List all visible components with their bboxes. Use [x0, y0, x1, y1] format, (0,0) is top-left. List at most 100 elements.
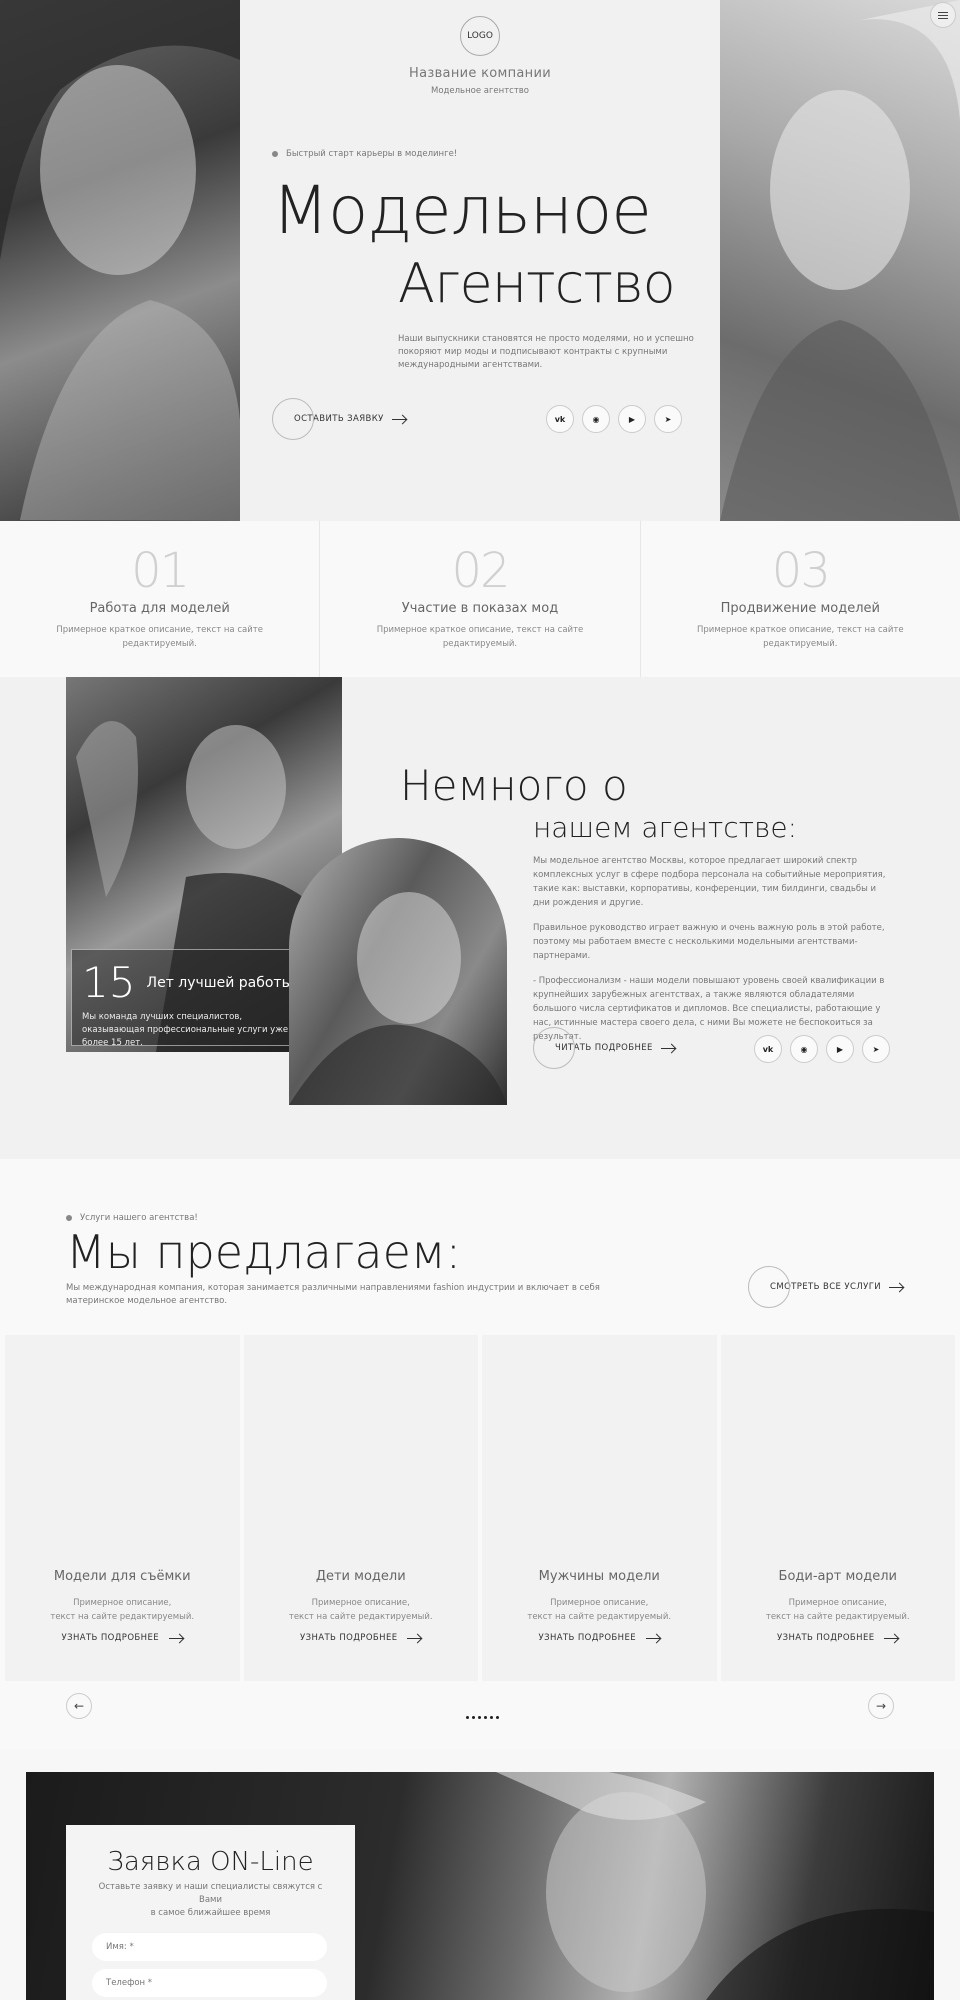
feature-description: Примерное краткое описание, текст на сай… [56, 625, 263, 649]
services-section: Услуги нашего агентства! Мы предлагаем: … [0, 1159, 960, 1749]
services-cards: Модели для съёмки Примерное описание, те… [5, 1335, 955, 1681]
service-card[interactable]: Боди-арт модели Примерное описание, текс… [720, 1335, 956, 1681]
pagination-dot[interactable] [490, 1716, 493, 1719]
youtube-icon[interactable]: ▶ [618, 405, 646, 433]
service-card-desc-line: текст на сайте редактируемый. [288, 1611, 433, 1622]
service-card-link[interactable]: УЗНАТЬ ПОДРОБНЕЕ [721, 1633, 956, 1643]
company-name: Название компании [409, 66, 551, 81]
feature-description: Примерное краткое описание, текст на сай… [376, 625, 584, 649]
name-input[interactable] [92, 1932, 327, 1961]
service-card-desc-line: текст на сайте редактируемый. [527, 1611, 672, 1622]
about-title-line1: Немного о [400, 761, 628, 810]
feature-number: 02 [451, 543, 510, 599]
services-tag: Услуги нашего агентства! [66, 1213, 198, 1223]
services-tag-text: Услуги нашего агентства! [80, 1213, 198, 1223]
button-ring [533, 1027, 575, 1069]
logo[interactable]: LOGO [460, 16, 500, 56]
feature-number: 03 [771, 543, 831, 599]
arrow-right-icon [660, 1047, 675, 1049]
hero-title-line2: Агентство [398, 252, 676, 315]
service-card-description: Примерное описание, текст на сайте редак… [244, 1597, 479, 1624]
years-label: Лет лучшей работы! [146, 974, 299, 991]
service-card[interactable]: Дети модели Примерное описание, текст на… [243, 1335, 479, 1681]
carousel-pagination [466, 1716, 499, 1719]
feature-title: Продвижение моделей [720, 601, 880, 616]
pagination-dot[interactable] [484, 1716, 487, 1719]
feature-number: 01 [131, 543, 190, 599]
service-card-desc-line: текст на сайте редактируемый. [50, 1611, 195, 1622]
hero-section: LOGO Название компании Модельное агентст… [0, 0, 960, 521]
page: LOGO Название компании Модельное агентст… [0, 0, 960, 2000]
leave-request-button[interactable]: ОСТАВИТЬ ЗАЯВКУ [272, 398, 406, 440]
button-ring [748, 1266, 790, 1308]
menu-button[interactable] [930, 2, 956, 28]
form-desc-line: в самое ближайшее время [150, 1908, 271, 1919]
service-card-desc-line: Примерное описание, [788, 1598, 887, 1608]
hero-photo-left [0, 0, 240, 521]
hero-content: LOGO Название компании Модельное агентст… [240, 0, 720, 521]
features-section: 01 Работа для моделей Примерное краткое … [0, 521, 960, 677]
about-title-line2: нашем агентстве: [533, 811, 798, 844]
contact-section: Заявка ON-Line Оставьте заявку и наши сп… [26, 1772, 934, 2000]
feature-title: Участие в показах мод [401, 601, 559, 616]
pagination-dot[interactable] [466, 1716, 469, 1719]
about-text: Мы модельное агентство Москвы, которое п… [533, 854, 895, 1055]
youtube-icon[interactable]: ▶ [826, 1035, 854, 1063]
menu-line-icon [938, 11, 948, 13]
bullet-dot-icon [66, 1215, 72, 1221]
services-title: Мы предлагаем: [66, 1225, 462, 1279]
carousel-prev-button[interactable]: ← [66, 1693, 92, 1719]
feature-item: 01 Работа для моделей Примерное краткое … [0, 521, 321, 677]
about-paragraph: Мы модельное агентство Москвы, которое п… [533, 856, 886, 909]
request-form: Заявка ON-Line Оставьте заявку и наши сп… [66, 1825, 355, 2000]
about-social-links: vk ◉ ▶ ➤ [754, 1035, 890, 1063]
vk-icon[interactable]: vk [546, 405, 574, 433]
hero-social-links: vk ◉ ▶ ➤ [546, 405, 682, 433]
arrow-right-icon [645, 1637, 660, 1639]
telegram-icon[interactable]: ➤ [862, 1035, 890, 1063]
hero-title-line1: Модельное [272, 172, 652, 249]
pagination-dot[interactable] [478, 1716, 481, 1719]
service-card-title: Мужчины модели [538, 1569, 660, 1584]
service-card-description: Примерное описание, текст на сайте редак… [721, 1597, 956, 1624]
arrow-right-icon [407, 1637, 422, 1639]
about-paragraph: Правильное руководство играет важную и о… [533, 923, 885, 962]
button-ring [272, 398, 314, 440]
service-card-link[interactable]: УЗНАТЬ ПОДРОБНЕЕ [5, 1633, 240, 1643]
phone-input[interactable] [92, 1968, 327, 1997]
about-section: 15 Лет лучшей работы! Мы команда лучших … [0, 677, 960, 1159]
hero-tagline-text: Быстрый старт карьеры в моделинге! [286, 149, 458, 159]
pagination-dot[interactable] [496, 1716, 499, 1719]
service-card-link-label: УЗНАТЬ ПОДРОБНЕЕ [300, 1633, 398, 1643]
form-desc-line: Оставьте заявку и наши специалисты свяжу… [98, 1882, 323, 1906]
arrow-right-icon [889, 1286, 904, 1288]
feature-item: 02 Участие в показах мод Примерное кратк… [320, 521, 641, 677]
whatsapp-icon[interactable]: ◉ [582, 405, 610, 433]
pagination-dot[interactable] [472, 1716, 475, 1719]
arrow-right-icon [168, 1637, 183, 1639]
hero-description: Наши выпускники становятся не просто мод… [398, 334, 694, 371]
carousel-next-button[interactable]: → [868, 1693, 894, 1719]
service-card-link[interactable]: УЗНАТЬ ПОДРОБНЕЕ [244, 1633, 479, 1643]
service-card-title: Модели для съёмки [53, 1569, 191, 1584]
menu-line-icon [938, 14, 948, 16]
whatsapp-icon[interactable]: ◉ [790, 1035, 818, 1063]
form-description: Оставьте заявку и наши специалисты свяжу… [92, 1881, 329, 1921]
form-title: Заявка ON-Line [107, 1847, 314, 1877]
read-more-button[interactable]: ЧИТАТЬ ПОДРОБНЕЕ [533, 1027, 675, 1069]
vk-icon[interactable]: vk [754, 1035, 782, 1063]
service-card-link[interactable]: УЗНАТЬ ПОДРОБНЕЕ [482, 1633, 717, 1643]
service-card-description: Примерное описание, текст на сайте редак… [5, 1597, 240, 1624]
service-card-title: Дети модели [315, 1569, 406, 1584]
arrow-right-icon [884, 1637, 899, 1639]
years-description: Мы команда лучших специалистов, оказываю… [82, 1012, 289, 1049]
service-card[interactable]: Модели для съёмки Примерное описание, те… [5, 1335, 240, 1681]
feature-title: Работа для моделей [89, 601, 230, 616]
service-card-desc-line: Примерное описание, [311, 1598, 410, 1608]
bullet-dot-icon [272, 151, 278, 157]
service-card-link-label: УЗНАТЬ ПОДРОБНЕЕ [777, 1633, 875, 1643]
service-card-desc-line: текст на сайте редактируемый. [765, 1611, 910, 1622]
all-services-button[interactable]: СМОТРЕТЬ ВСЕ УСЛУГИ [748, 1266, 904, 1308]
telegram-icon[interactable]: ➤ [654, 405, 682, 433]
service-card[interactable]: Мужчины модели Примерное описание, текст… [482, 1335, 717, 1681]
